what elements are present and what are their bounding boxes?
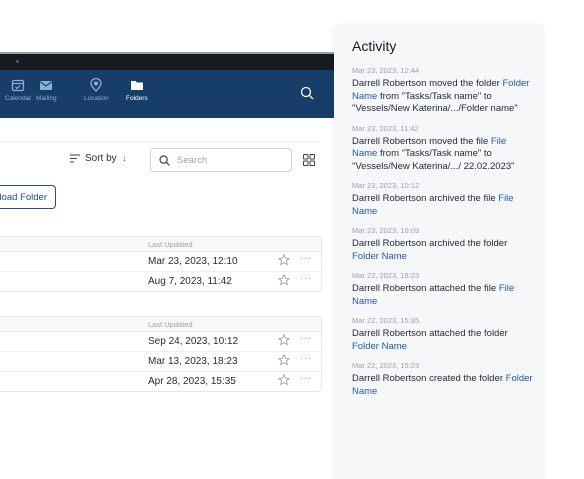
grid-view-icon[interactable] — [303, 154, 315, 166]
row-date: Apr 28, 2023, 15:35 — [148, 376, 236, 387]
table-row[interactable]: Aug 7, 2023, 11:42 ··· — [0, 272, 321, 291]
table-header: Last Updated — [0, 237, 321, 252]
sort-direction-icon: ↓ — [121, 153, 127, 164]
nav-label: Calendar — [5, 95, 32, 102]
folder-link[interactable]: Folder Name — [352, 341, 407, 352]
activity-time: Mar 23, 2023, 11:42 — [352, 123, 419, 133]
activity-text: Darrell Robertson created the folder Fol… — [352, 373, 533, 397]
activity-feed: Mar 23, 2023, 12:44 Darrell Robertson mo… — [352, 66, 534, 406]
row-date: Aug 7, 2023, 11:42 — [148, 276, 232, 287]
search-icon — [159, 154, 170, 166]
search-icon[interactable] — [300, 86, 314, 100]
activity-time: Mar 23, 2023, 12:44 — [352, 66, 420, 75]
nav-label: Mailing — [36, 95, 57, 102]
more-options-icon[interactable]: ··· — [300, 373, 312, 384]
nav-item-mailing[interactable]: Mailing — [36, 78, 57, 102]
search-field[interactable] — [150, 148, 292, 172]
activity-entry: Mar 22, 2023, 18:23 Darrell Robertson at… — [352, 271, 534, 308]
activity-title: Activity — [352, 38, 397, 54]
table-row[interactable]: Apr 28, 2023, 15:35 ··· — [0, 372, 321, 391]
location-pin-icon — [90, 78, 102, 92]
top-navbar: Calendar Mailing Location Folders — [0, 70, 334, 118]
activity-entry: Mar 22, 2023, 15:35 Darrell Robertson at… — [352, 316, 534, 353]
sort-label: Sort by — [85, 153, 117, 164]
window-top-bar — [0, 52, 334, 70]
nav-label: Folders — [126, 95, 148, 102]
camera-dot — [16, 60, 19, 63]
search-input[interactable] — [177, 154, 277, 166]
files-table: Last Updated Sep 24, 2023, 10:12 ··· Mar… — [0, 316, 322, 392]
more-options-icon[interactable]: ··· — [300, 253, 312, 264]
folder-link[interactable]: Folder Name — [352, 251, 407, 262]
activity-time: Mar 23, 2023, 10:12 — [352, 181, 420, 190]
activity-time: Mar 23, 2023, 10:09 — [352, 226, 420, 235]
nav-item-location[interactable]: Location — [84, 78, 109, 102]
star-icon[interactable] — [278, 254, 290, 266]
table-row[interactable]: Mar 23, 2023, 12:10 ··· — [0, 252, 321, 272]
nav-item-calendar[interactable]: Calendar — [5, 78, 31, 102]
activity-text: Darrell Robertson attached the file File… — [352, 283, 515, 307]
more-options-icon[interactable]: ··· — [300, 273, 312, 284]
activity-time: Mar 22, 2023, 15:35 — [352, 316, 420, 325]
divider — [0, 141, 320, 142]
more-options-icon[interactable]: ··· — [300, 333, 312, 344]
star-icon[interactable] — [278, 374, 290, 386]
activity-time: Mar 22, 2023, 15:23 — [352, 361, 420, 370]
activity-text: Darrell Robertson attached the folder Fo… — [352, 328, 508, 352]
activity-time: Mar 22, 2023, 18:23 — [352, 271, 420, 280]
activity-text: Darrell Robertson archived the file File… — [352, 193, 514, 217]
main-app-window: Calendar Mailing Location Folders Sort b… — [0, 52, 334, 479]
activity-text: Darrell Robertson moved the folder Folde… — [352, 78, 530, 114]
row-date: Sep 24, 2023, 10:12 — [148, 336, 239, 347]
sort-lines-icon — [70, 154, 80, 163]
upload-folder-label: load Folder — [0, 191, 47, 203]
activity-text: Darrell Robertson archived the folder Fo… — [352, 238, 508, 262]
table-row[interactable]: Sep 24, 2023, 10:12 ··· — [0, 332, 321, 352]
row-date: Mar 13, 2023, 18:23 — [148, 356, 238, 367]
table-row[interactable]: Mar 13, 2023, 18:23 ··· — [0, 352, 321, 372]
star-icon[interactable] — [278, 334, 290, 346]
files-table: Last Updated Mar 23, 2023, 12:10 ··· Aug… — [0, 236, 322, 292]
activity-entry: Mar 23, 2023, 10:09 Darrell Robertson ar… — [352, 226, 534, 263]
star-icon[interactable] — [278, 354, 290, 366]
more-options-icon[interactable]: ··· — [300, 353, 312, 364]
row-date: Mar 23, 2023, 12:10 — [148, 256, 238, 267]
star-icon[interactable] — [278, 274, 290, 286]
activity-entry: Mar 23, 2023, 11:42 Darrell Robertson mo… — [352, 124, 534, 174]
activity-entry: Mar 23, 2023, 12:44 Darrell Robertson mo… — [352, 66, 534, 116]
column-header-last-updated: Last Updated — [148, 240, 193, 249]
mail-icon — [40, 81, 53, 90]
nav-item-folders[interactable]: Folders — [126, 78, 148, 102]
folder-icon — [130, 81, 143, 90]
activity-entry: Mar 22, 2023, 15:23 Darrell Robertson cr… — [352, 361, 534, 398]
table-header: Last Updated — [0, 317, 321, 332]
activity-text: Darrell Robertson moved the file File Na… — [352, 135, 515, 172]
sort-button[interactable]: Sort by ↓ — [70, 153, 127, 164]
upload-folder-button[interactable]: load Folder — [0, 185, 56, 209]
column-header-last-updated: Last Updated — [148, 320, 193, 329]
calendar-icon — [12, 79, 25, 92]
activity-entry: Mar 23, 2023, 10:12 Darrell Robertson ar… — [352, 181, 534, 218]
activity-panel: Activity Mar 23, 2023, 12:44 Darrell Rob… — [334, 24, 544, 479]
nav-label: Location — [84, 95, 109, 102]
